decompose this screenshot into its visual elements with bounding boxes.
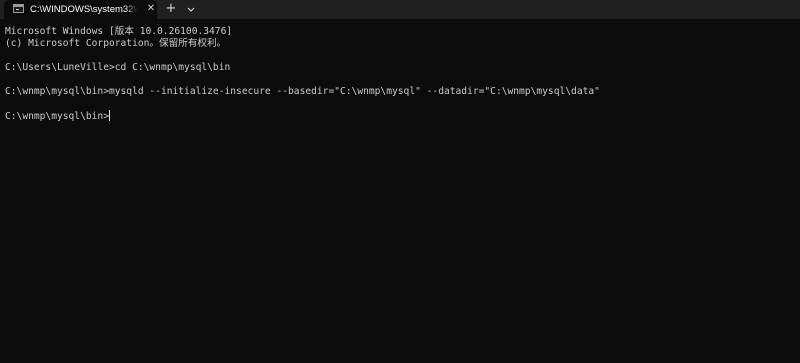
tab-bar: C:\WINDOWS\system32\cmd.exe ✕ + [0,0,800,19]
chevron-down-icon[interactable] [183,1,199,17]
terminal-icon [13,4,24,13]
output-line-copyright: (c) Microsoft Corporation。保留所有权利。 [5,38,227,49]
text-cursor [108,110,110,121]
prompt-text: C:\wnmp\mysql\bin> [5,111,109,122]
output-line-version: Microsoft Windows [版本 10.0.26100.3476] [5,26,233,37]
tab-title: C:\WINDOWS\system32\cmd.exe [30,4,138,15]
new-tab-button[interactable]: + [163,1,179,17]
terminal-window: C:\WINDOWS\system32\cmd.exe ✕ + Microsof… [0,0,800,363]
tab-cmd[interactable]: C:\WINDOWS\system32\cmd.exe ✕ [4,0,157,19]
terminal-output[interactable]: Microsoft Windows [版本 10.0.26100.3476] (… [0,19,800,363]
command-line-cd: C:\Users\LuneVille>cd C:\wnmp\mysql\bin [5,62,231,73]
close-icon[interactable]: ✕ [144,2,158,16]
prompt-line[interactable]: C:\wnmp\mysql\bin> [5,110,110,122]
command-line-mysqld: C:\wnmp\mysql\bin>mysqld --initialize-in… [5,86,600,97]
